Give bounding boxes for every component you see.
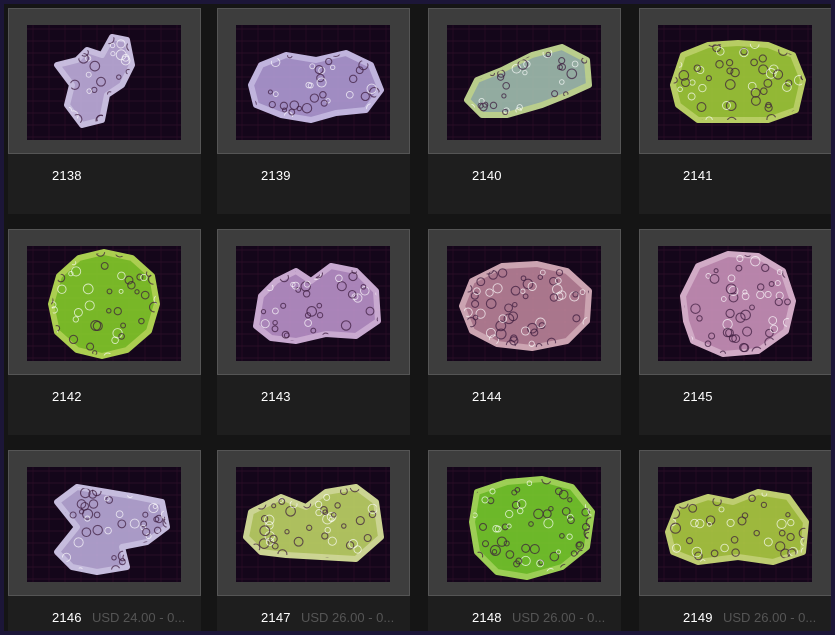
thumbnail-frame [428, 450, 621, 596]
product-number[interactable]: 2141 [683, 168, 713, 183]
product-card[interactable]: 2146 USD 24.00 - 0... [8, 450, 201, 631]
coral-image [447, 467, 601, 582]
coral-image [658, 246, 812, 361]
card-label-area: 2145 [639, 375, 831, 435]
product-card[interactable]: 2142 [8, 229, 201, 435]
coral-photo[interactable] [447, 25, 601, 140]
product-card[interactable]: 2139 [217, 8, 410, 214]
product-number[interactable]: 2140 [472, 168, 502, 183]
product-card[interactable]: 2147 USD 26.00 - 0... [217, 450, 410, 631]
product-number[interactable]: 2146 [52, 610, 82, 625]
coral-image [658, 467, 812, 582]
card-label-area: 2140 [428, 154, 621, 214]
product-card[interactable]: 2143 [217, 229, 410, 435]
card-label-area: 2142 [8, 375, 201, 435]
coral-photo[interactable] [236, 25, 390, 140]
thumbnail-frame [217, 8, 410, 154]
coral-photo[interactable] [658, 246, 812, 361]
thumbnail-frame [8, 8, 201, 154]
coral-image [236, 467, 390, 582]
coral-photo[interactable] [236, 246, 390, 361]
coral-image [658, 25, 812, 140]
product-card[interactable]: 2138 [8, 8, 201, 214]
thumbnail-frame [639, 229, 831, 375]
thumbnail-frame [639, 8, 831, 154]
product-grid: 2138 2139 2140 2141 2142 2143 2144 2145 2146 USD … [8, 8, 831, 631]
coral-image [236, 246, 390, 361]
gallery-window: 2138 2139 2140 2141 2142 2143 2144 2145 2146 USD … [0, 0, 835, 635]
coral-photo[interactable] [658, 467, 812, 582]
thumbnail-frame [428, 229, 621, 375]
product-price: USD 24.00 - 0... [92, 610, 186, 625]
product-number[interactable]: 2148 [472, 610, 502, 625]
thumbnail-frame [428, 8, 621, 154]
thumbnail-frame [8, 450, 201, 596]
thumbnail-frame [217, 229, 410, 375]
coral-photo[interactable] [658, 25, 812, 140]
coral-photo[interactable] [447, 467, 601, 582]
product-card[interactable]: 2141 [639, 8, 831, 214]
coral-image [27, 25, 181, 140]
coral-photo[interactable] [27, 25, 181, 140]
product-number[interactable]: 2149 [683, 610, 713, 625]
card-label-area: 2148 USD 26.00 - 0... [428, 596, 621, 631]
thumbnail-frame [639, 450, 831, 596]
product-card[interactable]: 2148 USD 26.00 - 0... [428, 450, 621, 631]
card-label-area: 2147 USD 26.00 - 0... [217, 596, 410, 631]
coral-image [447, 246, 601, 361]
card-label-area: 2141 [639, 154, 831, 214]
product-number[interactable]: 2145 [683, 389, 713, 404]
product-price: USD 26.00 - 0... [723, 610, 817, 625]
coral-photo[interactable] [447, 246, 601, 361]
card-label-area: 2143 [217, 375, 410, 435]
product-price: USD 26.00 - 0... [301, 610, 395, 625]
product-number[interactable]: 2144 [472, 389, 502, 404]
coral-photo[interactable] [236, 467, 390, 582]
product-card[interactable]: 2140 [428, 8, 621, 214]
product-card[interactable]: 2145 [639, 229, 831, 435]
product-card[interactable]: 2144 [428, 229, 621, 435]
product-card[interactable]: 2149 USD 26.00 - 0... [639, 450, 831, 631]
product-number[interactable]: 2147 [261, 610, 291, 625]
coral-image [27, 246, 181, 361]
product-number[interactable]: 2139 [261, 168, 291, 183]
product-number[interactable]: 2142 [52, 389, 82, 404]
coral-photo[interactable] [27, 467, 181, 582]
card-label-area: 2144 [428, 375, 621, 435]
coral-image [447, 25, 601, 140]
product-number[interactable]: 2138 [52, 168, 82, 183]
coral-image [236, 25, 390, 140]
coral-photo[interactable] [27, 246, 181, 361]
card-label-area: 2149 USD 26.00 - 0... [639, 596, 831, 631]
thumbnail-frame [217, 450, 410, 596]
product-price: USD 26.00 - 0... [512, 610, 606, 625]
coral-image [27, 467, 181, 582]
card-label-area: 2139 [217, 154, 410, 214]
product-number[interactable]: 2143 [261, 389, 291, 404]
card-label-area: 2146 USD 24.00 - 0... [8, 596, 201, 631]
thumbnail-frame [8, 229, 201, 375]
card-label-area: 2138 [8, 154, 201, 214]
